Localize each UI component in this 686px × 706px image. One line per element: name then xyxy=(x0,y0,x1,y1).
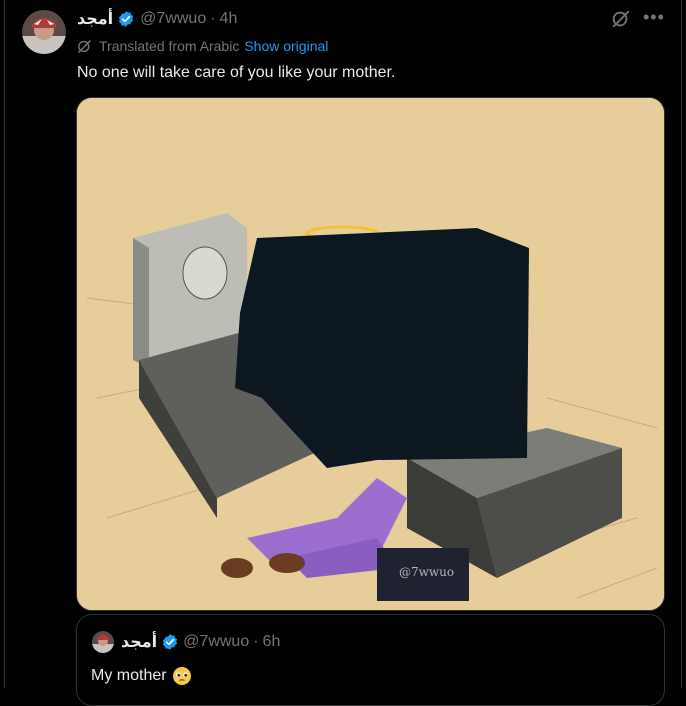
author-name[interactable]: أمجد xyxy=(77,9,113,29)
quoted-author-handle[interactable]: @7wwuo xyxy=(183,633,249,651)
quoted-author-name[interactable]: أمجد xyxy=(121,632,157,652)
translated-label: Translated from Arabic xyxy=(99,38,240,54)
translation-notice: Translated from Arabic Show original xyxy=(76,37,328,55)
pleading-face-emoji xyxy=(172,666,192,686)
quoted-tweet-text: My mother xyxy=(91,667,167,684)
timeline-border-right xyxy=(681,0,682,688)
quoted-tweet[interactable]: أمجد @7wwuo · 6h My mother xyxy=(76,614,665,706)
quoted-tweet-timestamp[interactable]: 6h xyxy=(263,633,281,651)
separator-dot: · xyxy=(210,10,216,27)
tweet-header: أمجد @7wwuo · 4h xyxy=(77,8,237,30)
translate-icon xyxy=(76,38,93,55)
grok-icon[interactable] xyxy=(610,8,632,30)
media-watermark: @7wwuo xyxy=(399,565,454,579)
quoted-tweet-text-row: My mother xyxy=(91,665,192,687)
author-avatar[interactable] xyxy=(22,10,66,54)
tweet-media-image[interactable]: @7wwuo xyxy=(76,97,665,611)
more-icon[interactable]: ••• xyxy=(643,6,664,30)
verified-badge-icon[interactable] xyxy=(161,633,179,651)
author-handle[interactable]: @7wwuo xyxy=(140,10,206,28)
timeline-border-left xyxy=(4,0,5,688)
tweet-text: No one will take care of you like your m… xyxy=(77,64,396,81)
quoted-author-avatar[interactable] xyxy=(92,631,114,653)
separator-dot: · xyxy=(253,633,259,650)
show-original-link[interactable]: Show original xyxy=(244,38,328,54)
quoted-tweet-header: أمجد @7wwuo · 6h xyxy=(121,631,280,653)
verified-badge-icon[interactable] xyxy=(117,10,135,28)
tweet-timestamp[interactable]: 4h xyxy=(220,10,238,28)
